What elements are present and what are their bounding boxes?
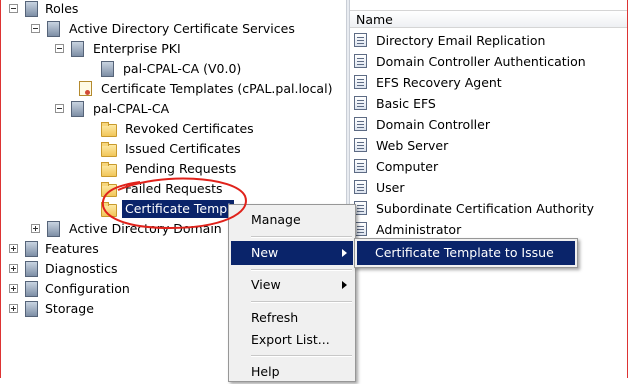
expand-icon[interactable]	[9, 244, 18, 253]
menu-item-certificate-template-to-issue[interactable]: Certificate Template to Issue	[357, 241, 575, 265]
menu-separator	[251, 301, 352, 303]
ca-server-icon	[101, 61, 114, 77]
diagnostics-icon	[25, 261, 38, 277]
folder-icon	[101, 142, 117, 157]
certificate-template-icon	[354, 96, 367, 110]
submenu-arrow-icon	[342, 281, 347, 289]
menu-separator	[251, 236, 352, 238]
roles-icon	[25, 1, 38, 17]
configuration-icon	[25, 281, 38, 297]
menu-item-help[interactable]: Help	[231, 360, 353, 384]
collapse-icon[interactable]	[55, 104, 64, 113]
list-item-label: Computer	[376, 159, 439, 174]
certificate-template-icon	[354, 180, 367, 194]
menu-item-new[interactable]: New	[231, 241, 353, 265]
expand-icon[interactable]	[9, 284, 18, 293]
certificate-template-icon	[354, 138, 367, 152]
adcs-icon	[47, 21, 60, 37]
certificate-template-icon	[354, 117, 367, 131]
context-menu: Manage New View Refresh Export List... H…	[228, 204, 356, 382]
list-item-label: Domain Controller	[376, 117, 490, 132]
menu-separator	[251, 355, 352, 357]
menu-item-view[interactable]: View	[231, 273, 353, 297]
list-item-label: Subordinate Certification Authority	[376, 201, 595, 216]
certificate-template-icon	[354, 54, 367, 68]
new-submenu: Certificate Template to Issue	[354, 238, 578, 268]
certificate-template-icon	[354, 33, 367, 47]
enterprise-pki-icon	[71, 41, 84, 57]
column-header-name[interactable]: Name	[350, 10, 627, 28]
results-pane: Name Directory Email Replication Domain C…	[350, 0, 627, 378]
certificate-template-icon	[354, 75, 367, 89]
expand-icon[interactable]	[9, 304, 18, 313]
certificate-template-icon	[354, 159, 367, 173]
folder-icon	[101, 182, 117, 197]
menu-item-export-list[interactable]: Export List...	[231, 328, 353, 352]
folder-icon	[101, 202, 117, 217]
list-item-label: Web Server	[376, 138, 449, 153]
ca-check-icon	[71, 101, 84, 117]
list-item-label: Domain Controller Authentication	[376, 54, 586, 69]
certificate-templates-icon	[79, 81, 92, 96]
ad-domain-icon	[47, 221, 60, 237]
folder-icon	[101, 122, 117, 137]
expand-icon[interactable]	[31, 224, 40, 233]
list-item-label: EFS Recovery Agent	[376, 75, 502, 90]
menu-item-refresh[interactable]: Refresh	[231, 306, 353, 330]
list-item-label: Administrator	[376, 222, 462, 237]
collapse-icon[interactable]	[55, 44, 64, 53]
list-item-label: Basic EFS	[376, 96, 436, 111]
list-item-label: Directory Email Replication	[376, 33, 546, 48]
menu-item-manage[interactable]: Manage	[231, 208, 353, 232]
folder-icon	[101, 162, 117, 177]
collapse-icon[interactable]	[9, 4, 18, 13]
expand-icon[interactable]	[9, 264, 18, 273]
menu-separator	[251, 269, 352, 271]
list-item-label: User	[376, 180, 405, 195]
submenu-arrow-icon	[342, 249, 347, 257]
collapse-icon[interactable]	[31, 24, 40, 33]
features-icon	[25, 241, 38, 257]
storage-icon	[25, 301, 38, 317]
